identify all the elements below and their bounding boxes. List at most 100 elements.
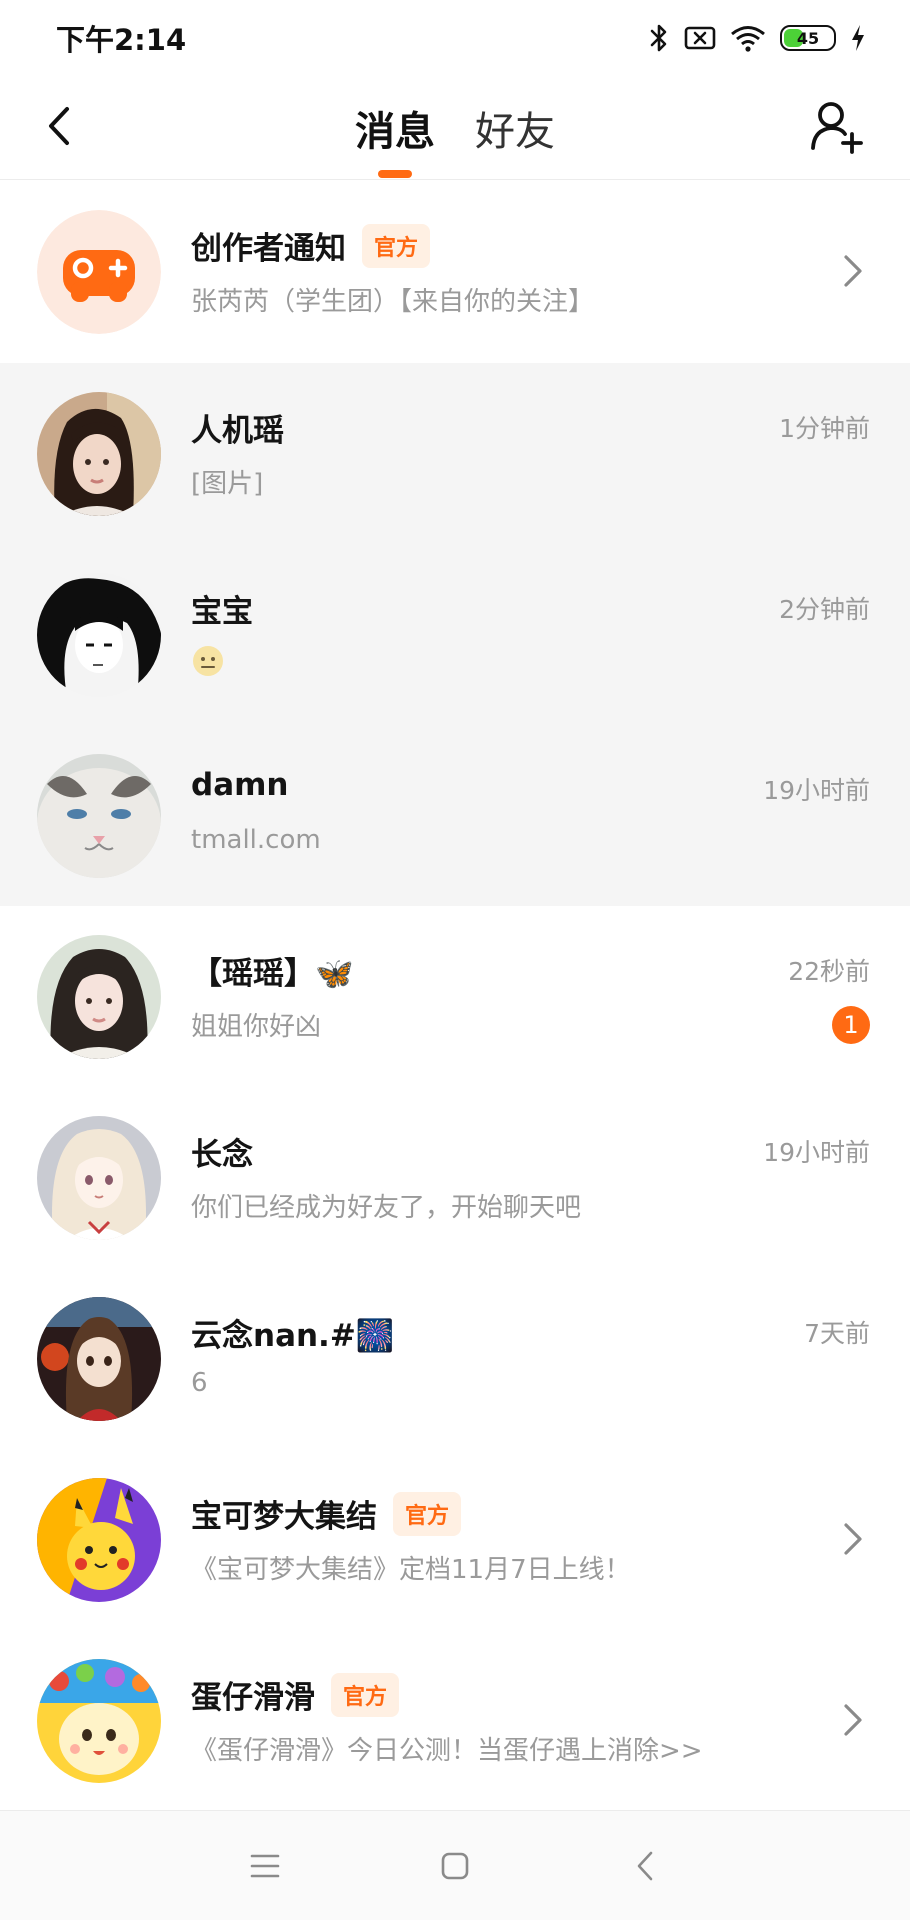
chevron-right-icon <box>844 1704 862 1736</box>
chevron-right-icon <box>844 1523 862 1555</box>
status-icons: 45 <box>648 23 866 53</box>
avatar <box>37 935 161 1059</box>
add-friend-button[interactable] <box>808 98 864 154</box>
row-body: 长念 你们已经成为好友了，开始聊天吧 19小时前 <box>191 1087 870 1268</box>
message-preview <box>191 644 225 678</box>
message-preview: 张芮芮（学生团）【来自你的关注】 <box>191 287 595 317</box>
list-item[interactable]: 云念nan.#🎆 6 7天前 <box>0 1268 910 1449</box>
message-preview: 你们已经成为好友了，开始聊天吧 <box>191 1193 582 1223</box>
name-line: damn <box>191 767 288 803</box>
row-body: 宝可梦大集结 官方 《宝可梦大集结》定档11月7日上线！ <box>191 1449 870 1630</box>
list-item[interactable]: 宝可梦大集结 官方 《宝可梦大集结》定档11月7日上线！ <box>0 1449 910 1630</box>
avatar-photo <box>37 392 161 516</box>
name-line: 蛋仔滑滑 官方 <box>191 1672 400 1717</box>
list-item[interactable]: 人机瑶 [图片] 1分钟前 <box>0 363 910 544</box>
message-time: 1分钟前 <box>779 414 870 443</box>
official-badge: 官方 <box>393 1491 462 1536</box>
neutral-face-emoji <box>193 646 223 676</box>
charging-icon <box>850 24 866 52</box>
message-preview: 姐姐你好凶 <box>191 1012 322 1042</box>
unread-count-badge: 1 <box>832 1006 870 1044</box>
status-bar: 下午2:14 45 <box>0 0 910 76</box>
avatar <box>37 1659 161 1783</box>
status-time: 下午2:14 <box>56 23 187 57</box>
avatar-illustration <box>37 573 161 697</box>
row-body: 【瑶瑶】🦋 姐姐你好凶 22秒前 1 <box>191 906 870 1087</box>
list-item[interactable]: 长念 你们已经成为好友了，开始聊天吧 19小时前 <box>0 1087 910 1268</box>
name-line: 人机瑶 <box>191 405 284 450</box>
avatar <box>37 754 161 878</box>
avatar <box>37 1116 161 1240</box>
message-time: 19小时前 <box>763 776 870 805</box>
name-line: 云念nan.#🎆 <box>191 1310 394 1355</box>
list-item[interactable]: 宝宝 2分钟前 <box>0 544 910 725</box>
message-preview: 《蛋仔滑滑》今日公测！当蛋仔遇上消除>> <box>191 1736 703 1766</box>
official-badge: 官方 <box>362 223 431 268</box>
battery-level: 45 <box>796 28 820 48</box>
avatar-photo <box>37 935 161 1059</box>
contact-name: 宝可梦大集结 <box>191 1499 377 1535</box>
tab-messages[interactable]: 消息 <box>351 76 439 180</box>
avatar-anime <box>37 1116 161 1240</box>
name-line: 【瑶瑶】🦋 <box>191 948 354 993</box>
system-navigation-bar <box>0 1810 910 1920</box>
list-item[interactable]: 【瑶瑶】🦋 姐姐你好凶 22秒前 1 <box>0 906 910 1087</box>
avatar <box>37 1478 161 1602</box>
message-preview: 6 <box>191 1368 208 1398</box>
contact-name: 宝宝 <box>191 594 253 630</box>
wifi-icon <box>730 24 766 52</box>
avatar <box>37 1297 161 1421</box>
system-back-button[interactable] <box>625 1846 665 1886</box>
name-line: 宝可梦大集结 官方 <box>191 1491 462 1536</box>
avatar <box>37 573 161 697</box>
name-line: 宝宝 <box>191 586 253 631</box>
row-body: 创作者通知 官方 张芮芮（学生团）【来自你的关注】 <box>191 181 870 363</box>
message-time: 22秒前 <box>788 957 870 986</box>
message-time: 2分钟前 <box>779 595 870 624</box>
message-time: 7天前 <box>804 1319 870 1348</box>
conversation-list: 创作者通知 官方 张芮芮（学生团）【来自你的关注】 人机瑶 [图片] 1分钟前 … <box>0 181 910 1811</box>
row-body: 云念nan.#🎆 6 7天前 <box>191 1268 870 1449</box>
message-preview: tmall.com <box>191 825 321 855</box>
contact-name: 创作者通知 <box>191 231 346 267</box>
gamepad-icon <box>37 210 161 334</box>
name-line: 长念 <box>191 1129 253 1174</box>
name-line: 创作者通知 官方 <box>191 223 431 268</box>
row-body: damn tmall.com 19小时前 <box>191 725 870 906</box>
chevron-right-icon <box>844 255 862 287</box>
home-button[interactable] <box>435 1846 475 1886</box>
eggy-avatar <box>37 1659 161 1783</box>
pikachu-avatar <box>37 1478 161 1602</box>
message-preview: [图片] <box>191 469 264 499</box>
avatar-anime <box>37 1297 161 1421</box>
contact-name: 人机瑶 <box>191 413 284 449</box>
contact-name: 云念nan.#🎆 <box>191 1318 395 1354</box>
header: 消息 好友 <box>0 76 910 180</box>
row-body: 宝宝 2分钟前 <box>191 544 870 725</box>
avatar <box>37 210 161 334</box>
message-preview: 《宝可梦大集结》定档11月7日上线！ <box>191 1555 631 1585</box>
avatar <box>37 392 161 516</box>
back-triangle-icon <box>637 1851 653 1880</box>
row-body: 蛋仔滑滑 官方 《蛋仔滑滑》今日公测！当蛋仔遇上消除>> <box>191 1630 870 1811</box>
list-item[interactable]: 蛋仔滑滑 官方 《蛋仔滑滑》今日公测！当蛋仔遇上消除>> <box>0 1630 910 1811</box>
bluetooth-icon <box>648 23 670 53</box>
tab-bar: 消息 好友 <box>0 76 910 180</box>
sim-icon <box>684 25 716 51</box>
tab-friends[interactable]: 好友 <box>471 76 559 180</box>
message-time: 19小时前 <box>763 1138 870 1167</box>
list-item[interactable]: 创作者通知 官方 张芮芮（学生团）【来自你的关注】 <box>0 181 910 363</box>
battery-icon: 45 <box>780 25 836 51</box>
contact-name: 【瑶瑶】🦋 <box>191 956 354 992</box>
list-item[interactable]: damn tmall.com 19小时前 <box>0 725 910 906</box>
contact-name: damn <box>191 767 289 803</box>
official-badge: 官方 <box>331 1672 400 1717</box>
contact-name: 蛋仔滑滑 <box>191 1680 315 1716</box>
menu-icon <box>250 1854 280 1877</box>
add-user-icon <box>811 102 863 154</box>
avatar-cat-photo <box>37 754 161 878</box>
row-body: 人机瑶 [图片] 1分钟前 <box>191 363 870 544</box>
contact-name: 长念 <box>191 1137 253 1173</box>
menu-button[interactable] <box>245 1846 285 1886</box>
home-square-icon <box>441 1852 469 1879</box>
